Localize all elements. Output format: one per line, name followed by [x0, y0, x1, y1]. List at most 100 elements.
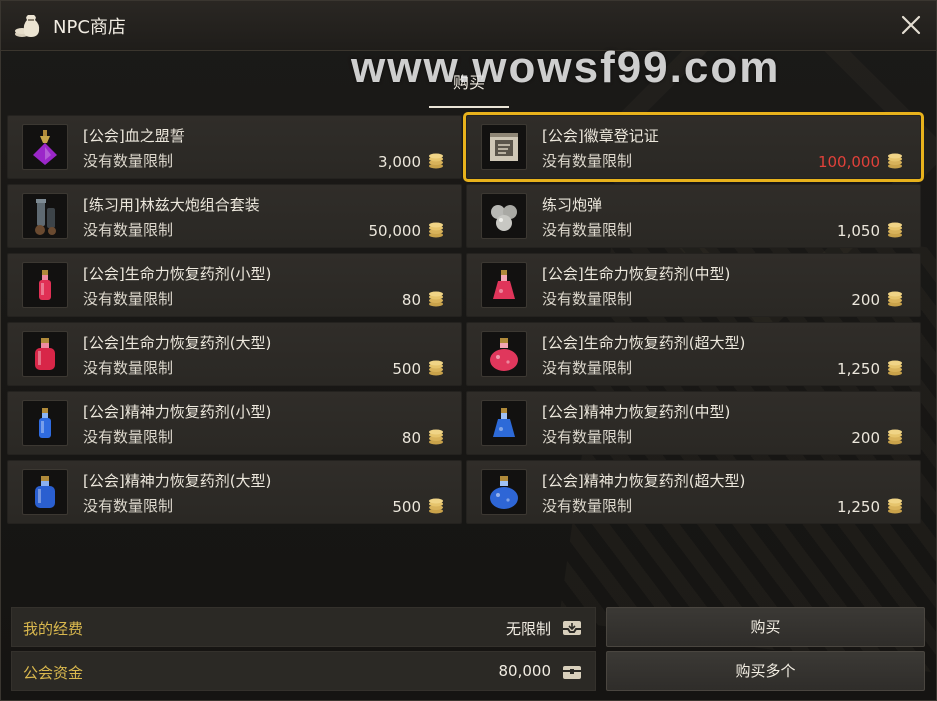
blue-potion-small-icon	[39, 408, 51, 438]
buy-button[interactable]: 购买	[606, 607, 925, 647]
item-price: 1,250	[837, 360, 880, 378]
item-icon-frame	[22, 193, 68, 239]
coin-stack-icon	[429, 291, 443, 307]
shop-item[interactable]: [公会]徽章登记证 没有数量限制 100,000	[463, 112, 924, 182]
guild-funds-label: 公会资金	[23, 664, 84, 682]
item-name: [公会]徽章登记证	[542, 127, 659, 145]
item-name: [公会]精神力恢复药剂(超大型)	[542, 472, 746, 490]
shop-item[interactable]: [公会]生命力恢复药剂(小型) 没有数量限制 80	[7, 253, 462, 317]
item-icon-frame	[22, 124, 68, 170]
cannon-set-icon	[35, 199, 56, 235]
item-limit: 没有数量限制	[542, 221, 633, 239]
coin-stack-icon	[888, 360, 902, 376]
coin-stack-icon	[888, 498, 902, 514]
item-list: [公会]血之盟誓 没有数量限制 3,000 [公会]徽章登记证 没有数量限制 1…	[7, 112, 924, 527]
funds-label: 我的经费	[23, 620, 84, 638]
cannonball-icon	[491, 205, 517, 231]
item-name: [公会]生命力恢复药剂(中型)	[542, 265, 731, 283]
item-icon-frame	[481, 331, 527, 377]
tab-buy-label: 购买	[452, 73, 485, 92]
item-name: [公会]血之盟誓	[83, 127, 185, 145]
coin-stack-icon	[429, 498, 443, 514]
item-limit: 没有数量限制	[83, 152, 174, 170]
blue-potion-medium-icon	[493, 408, 515, 437]
item-name: [公会]生命力恢复药剂(大型)	[83, 334, 272, 352]
item-price: 200	[851, 291, 880, 309]
shop-item[interactable]: 练习炮弹 没有数量限制 1,050	[466, 184, 921, 248]
tab-buy[interactable]: 购买	[429, 63, 509, 109]
red-potion-medium-icon	[493, 270, 515, 299]
blue-potion-large-icon	[35, 476, 55, 508]
npc-shop-window: NPC商店 购买 www.wowsf99.com [公会]血之盟誓 没有数量限制…	[0, 0, 937, 701]
guild-funds-row: 公会资金 80,000	[11, 651, 596, 691]
shop-item[interactable]: [公会]生命力恢复药剂(大型) 没有数量限制 500	[7, 322, 462, 386]
item-price: 100,000	[817, 153, 880, 171]
money-bag-icon	[15, 15, 40, 37]
shop-item[interactable]: [公会]血之盟誓 没有数量限制 3,000	[7, 115, 462, 179]
shop-item[interactable]: [公会]精神力恢复药剂(大型) 没有数量限制 500	[7, 460, 462, 524]
red-potion-small-icon	[39, 270, 51, 300]
shop-item[interactable]: [公会]精神力恢复药剂(小型) 没有数量限制 80	[7, 391, 462, 455]
item-name: [公会]生命力恢复药剂(超大型)	[542, 334, 746, 352]
item-icon-frame	[481, 124, 527, 170]
item-price: 200	[851, 429, 880, 447]
item-price: 80	[401, 429, 421, 447]
shop-item[interactable]: [练习用]林兹大炮组合套装 没有数量限制 50,000	[7, 184, 462, 248]
item-icon-frame	[481, 469, 527, 515]
item-limit: 没有数量限制	[542, 152, 633, 170]
shop-item[interactable]: [公会]精神力恢复药剂(中型) 没有数量限制 200	[466, 391, 921, 455]
item-price: 1,250	[837, 498, 880, 516]
item-name: 练习炮弹	[542, 196, 603, 214]
item-limit: 没有数量限制	[83, 221, 174, 239]
item-name: [公会]生命力恢复药剂(小型)	[83, 265, 272, 283]
item-name: [公会]精神力恢复药剂(中型)	[542, 403, 731, 421]
item-limit: 没有数量限制	[542, 359, 633, 377]
item-icon-frame	[22, 400, 68, 446]
buy-many-button[interactable]: 购买多个	[606, 651, 925, 691]
item-price: 3,000	[378, 153, 421, 171]
purple-potion-icon	[33, 130, 57, 165]
item-limit: 没有数量限制	[542, 428, 633, 446]
item-price: 500	[392, 498, 421, 516]
shop-item[interactable]: [公会]生命力恢复药剂(中型) 没有数量限制 200	[466, 253, 921, 317]
coin-stack-icon	[888, 153, 902, 169]
coin-stack-icon	[888, 291, 902, 307]
item-limit: 没有数量限制	[83, 497, 174, 515]
close-icon[interactable]	[898, 12, 924, 38]
item-icon-frame	[22, 262, 68, 308]
window-title: NPC商店	[53, 17, 126, 38]
item-limit: 没有数量限制	[83, 290, 174, 308]
item-icon-frame	[22, 331, 68, 377]
funds-row: 我的经费 无限制	[11, 607, 596, 647]
item-icon-frame	[22, 469, 68, 515]
red-potion-large-icon	[35, 338, 55, 370]
shop-item[interactable]: [公会]精神力恢复药剂(超大型) 没有数量限制 1,250	[466, 460, 921, 524]
shop-item[interactable]: [公会]生命力恢复药剂(超大型) 没有数量限制 1,250	[466, 322, 921, 386]
item-limit: 没有数量限制	[83, 359, 174, 377]
coin-stack-icon	[429, 429, 443, 445]
item-icon-frame	[481, 193, 527, 239]
coin-stack-icon	[888, 222, 902, 238]
item-price: 1,050	[837, 222, 880, 240]
item-name: [练习用]林兹大炮组合套装	[83, 196, 260, 214]
item-icon-frame	[481, 262, 527, 308]
coin-stack-icon	[888, 429, 902, 445]
coin-stack-icon	[429, 360, 443, 376]
item-limit: 没有数量限制	[83, 428, 174, 446]
item-limit: 没有数量限制	[542, 290, 633, 308]
coin-stack-icon	[429, 222, 443, 238]
item-price: 50,000	[368, 222, 422, 240]
item-price: 500	[392, 360, 421, 378]
guild-funds-value: 80,000	[498, 662, 552, 680]
item-name: [公会]精神力恢复药剂(大型)	[83, 472, 272, 490]
funds-value: 无限制	[505, 620, 551, 638]
item-icon-frame	[481, 400, 527, 446]
treasure-chest-icon	[563, 666, 581, 679]
inbox-tray-icon	[563, 621, 581, 635]
item-name: [公会]精神力恢复药剂(小型)	[83, 403, 272, 421]
title-bar: NPC商店	[1, 1, 936, 51]
item-limit: 没有数量限制	[542, 497, 633, 515]
item-price: 80	[401, 291, 421, 309]
coin-stack-icon	[429, 153, 443, 169]
tab-active-indicator	[429, 106, 509, 108]
